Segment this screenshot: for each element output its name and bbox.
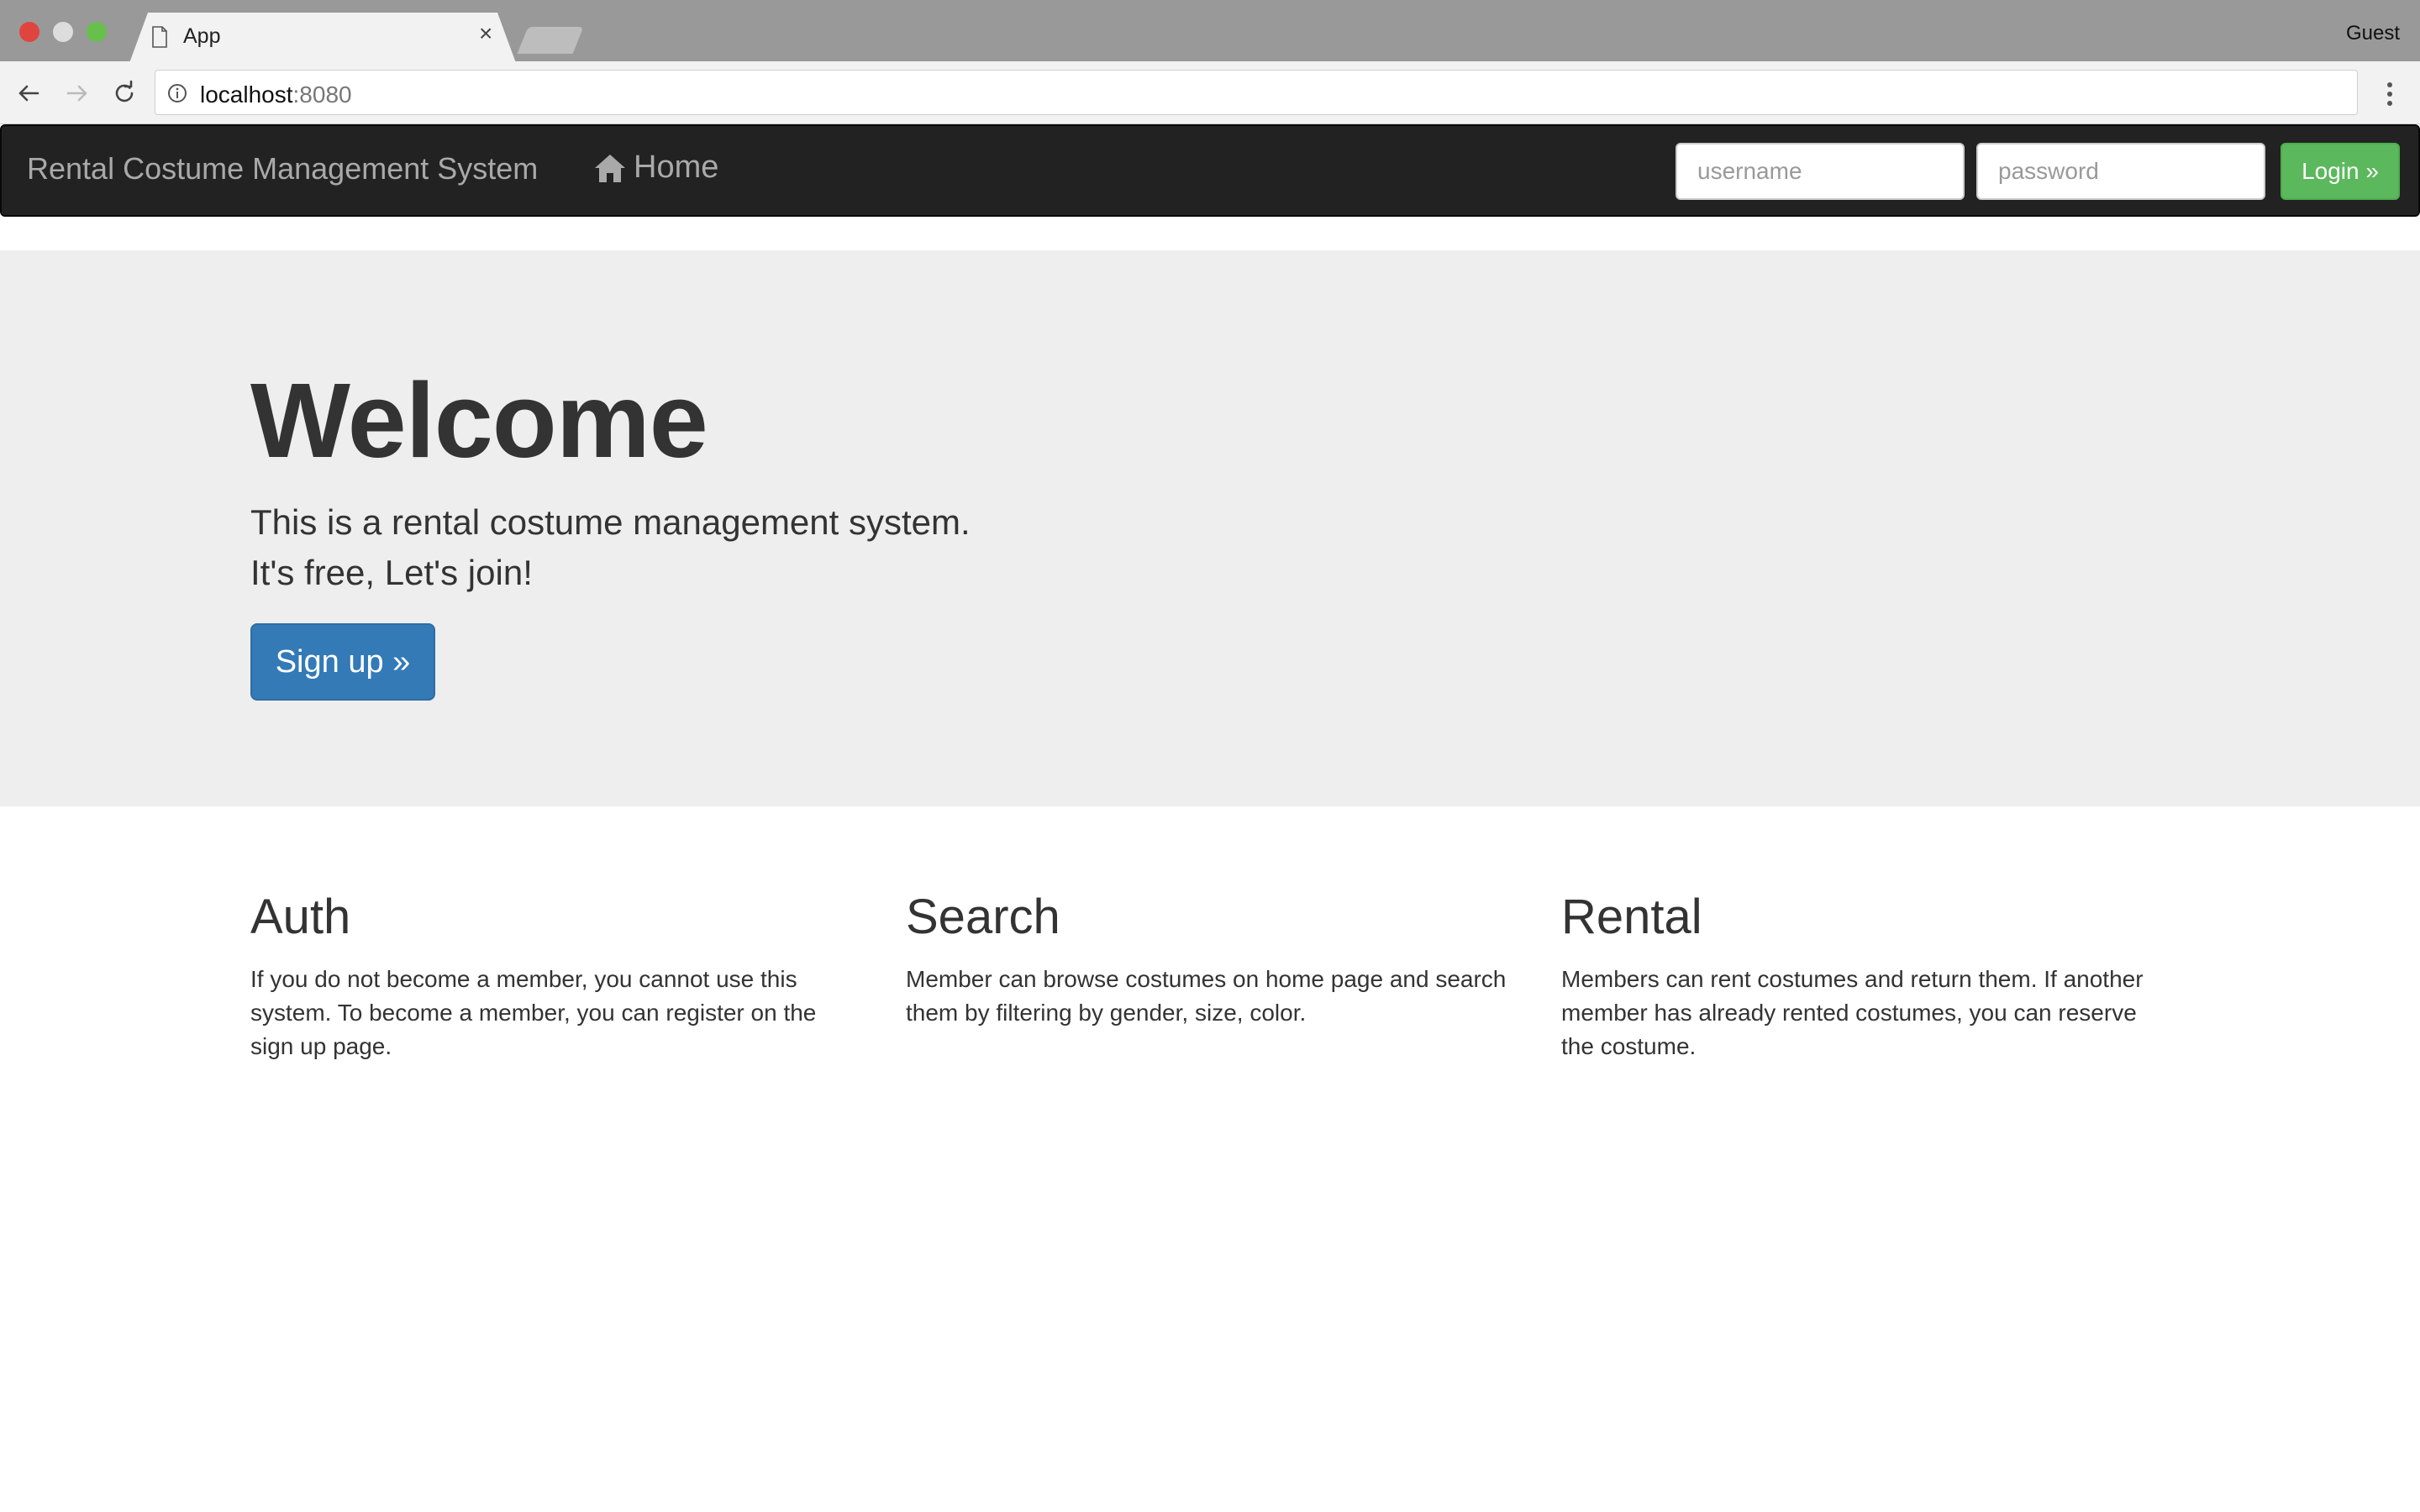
signup-button[interactable]: Sign up »	[250, 623, 435, 701]
info-icon[interactable]	[167, 83, 187, 103]
profile-name[interactable]: Guest	[2346, 22, 2400, 45]
feature-text: Members can rent costumes and return the…	[1561, 966, 2144, 1059]
navbar-brand[interactable]: Rental Costume Management System	[27, 151, 538, 186]
hero-title: Welcome	[250, 361, 708, 480]
home-icon	[595, 154, 625, 182]
browser-tab[interactable]: App ×	[129, 13, 516, 63]
nav-home-link[interactable]: Home	[593, 150, 718, 186]
password-input[interactable]	[1976, 143, 2265, 200]
site-navbar: Rental Costume Management System Home Lo…	[0, 124, 2420, 217]
page-icon	[152, 26, 167, 48]
more-options-icon[interactable]	[2378, 80, 2402, 108]
window-minimize-button[interactable]	[53, 22, 73, 42]
new-tab-button[interactable]	[517, 27, 584, 54]
url-host: localhost	[200, 81, 293, 108]
feature-title: Search	[906, 890, 1060, 944]
forward-button[interactable]	[62, 78, 92, 108]
feature-auth: Auth If you do not become a member, you …	[250, 884, 855, 1063]
nav-home-label: Home	[634, 150, 719, 185]
feature-title: Auth	[250, 890, 351, 944]
reload-icon	[115, 80, 134, 102]
feature-rental: Rental Members can rent costumes and ret…	[1561, 884, 2166, 1063]
login-button[interactable]: Login »	[2281, 143, 2400, 200]
arrow-right-icon	[66, 85, 87, 102]
arrow-left-icon	[18, 85, 39, 102]
browser-toolbar: localhost:8080	[0, 61, 2420, 124]
feature-search: Search Member can browse costumes on hom…	[906, 884, 1511, 1030]
address-bar[interactable]: localhost:8080	[155, 70, 2358, 115]
hero-jumbotron: Welcome This is a rental costume managem…	[0, 250, 2420, 806]
feature-text: Member can browse costumes on home page …	[906, 966, 1507, 1026]
browser-tab-strip: App × Guest	[0, 0, 2420, 63]
hero-description-line-1: This is a rental costume management syst…	[250, 502, 971, 542]
back-button[interactable]	[13, 78, 44, 108]
url-port: :8080	[292, 81, 352, 108]
url-text: localhost:8080	[200, 81, 352, 108]
feature-title: Rental	[1561, 890, 1702, 944]
reload-button[interactable]	[109, 78, 139, 108]
username-input[interactable]	[1676, 143, 1965, 200]
window-close-button[interactable]	[19, 22, 39, 42]
hero-description-line-2: It's free, Let's join!	[250, 553, 533, 592]
window-maximize-button[interactable]	[87, 22, 107, 42]
tab-title: App	[183, 24, 221, 48]
feature-text: If you do not become a member, you canno…	[250, 966, 817, 1059]
tab-close-icon[interactable]: ×	[479, 22, 492, 45]
